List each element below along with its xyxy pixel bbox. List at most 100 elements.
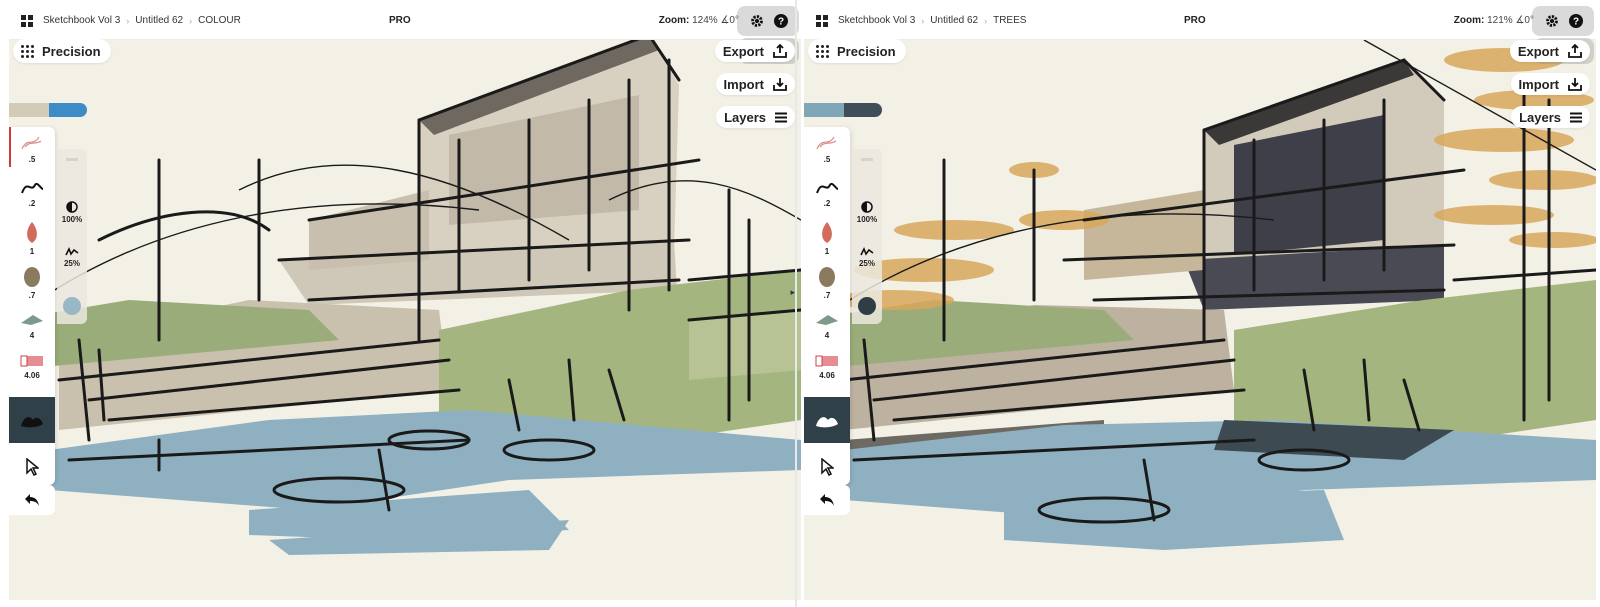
grid-icon[interactable] — [816, 15, 828, 27]
import-button[interactable]: Import — [1510, 73, 1590, 95]
tool-size: .7 — [28, 291, 36, 300]
tool-pen[interactable]: .2 — [804, 177, 850, 208]
tool-pencil[interactable]: .5 — [804, 133, 850, 164]
eraser-icon — [815, 355, 838, 367]
pro-badge: PRO — [1184, 15, 1206, 26]
export-button[interactable]: Export — [714, 40, 795, 62]
precision-button[interactable]: Precision — [13, 39, 111, 63]
svg-text:?: ? — [1573, 17, 1579, 28]
chevron-right-icon: › — [984, 15, 988, 26]
flat-brush-icon — [816, 315, 838, 325]
flow-value: 25% — [63, 259, 80, 268]
undo-button[interactable] — [9, 485, 55, 515]
precision-label: Precision — [837, 43, 896, 59]
gear-icon[interactable] — [749, 13, 765, 29]
breadcrumb-document[interactable]: Untitled 62 — [930, 15, 978, 26]
tool-size: 4 — [29, 331, 35, 340]
tool-size: .5 — [823, 155, 831, 164]
opacity-control[interactable]: 100% — [57, 201, 87, 224]
import-button[interactable]: Import — [715, 73, 795, 95]
swatch-secondary[interactable] — [844, 103, 882, 117]
top-bar: Sketchbook Vol 3 › Untitled 62 › TREES P… — [804, 0, 1596, 40]
tool-eraser[interactable]: 4.06 — [9, 353, 55, 380]
breadcrumb: Sketchbook Vol 3 › Untitled 62 › COLOUR — [43, 15, 241, 26]
opacity-value: 100% — [856, 215, 878, 224]
blob-brush-icon — [819, 267, 835, 287]
export-button[interactable]: Export — [1509, 40, 1590, 62]
pro-badge: PRO — [389, 15, 411, 26]
tool-round-brush[interactable]: 1 — [9, 221, 55, 256]
breadcrumb-layer[interactable]: COLOUR — [198, 15, 241, 26]
opacity-control[interactable]: 100% — [852, 201, 882, 224]
layers-icon — [1570, 112, 1582, 122]
active-brush-button[interactable] — [9, 397, 55, 443]
swatch-primary[interactable] — [804, 103, 844, 117]
brush-toolbar: .5 .2 1 .7 4 4.06 — [9, 127, 55, 485]
gear-icon[interactable] — [1544, 13, 1560, 29]
tool-blob-brush[interactable]: .7 — [9, 265, 55, 300]
import-icon — [1568, 78, 1582, 91]
select-tool-button[interactable] — [9, 447, 55, 487]
tool-size: .2 — [823, 199, 831, 208]
layers-button[interactable]: Layers — [716, 106, 795, 128]
zoom-label: Zoom: — [658, 15, 690, 26]
color-swatch-bar[interactable] — [804, 103, 882, 117]
opacity-icon — [66, 201, 78, 213]
tool-blob-brush[interactable]: .7 — [804, 265, 850, 300]
breadcrumb-document[interactable]: Untitled 62 — [135, 15, 183, 26]
pen-icon — [21, 182, 44, 194]
chevron-right-icon: › — [126, 15, 130, 26]
export-label: Export — [722, 43, 764, 59]
precision-button[interactable]: Precision — [808, 39, 906, 63]
blob-brush-icon — [24, 267, 40, 287]
zoom-value: 121% — [1487, 15, 1513, 26]
tool-pencil[interactable]: .5 — [9, 133, 55, 164]
breadcrumb-layer[interactable]: TREES — [993, 15, 1026, 26]
flow-icon — [860, 247, 874, 256]
flow-control[interactable]: 25% — [852, 247, 882, 268]
breadcrumb-sketchbook[interactable]: Sketchbook Vol 3 — [838, 15, 915, 26]
undo-icon — [820, 494, 834, 506]
tool-size: 1 — [824, 247, 830, 256]
select-arrow-icon — [821, 458, 834, 476]
swatch-primary[interactable] — [9, 103, 49, 117]
tool-round-brush[interactable]: 1 — [804, 221, 850, 256]
tool-flat-brush[interactable]: 4 — [804, 309, 850, 340]
swatch-secondary[interactable] — [49, 103, 87, 117]
svg-text:?: ? — [778, 17, 784, 28]
select-tool-button[interactable] — [804, 447, 850, 487]
current-color[interactable] — [63, 297, 81, 315]
help-icon[interactable]: ? — [773, 13, 789, 29]
tool-size: .5 — [28, 155, 36, 164]
dots-grid-icon — [21, 44, 34, 58]
tool-eraser[interactable]: 4.06 — [804, 353, 850, 380]
tool-size: .7 — [823, 291, 831, 300]
eraser-hint — [852, 155, 882, 167]
tool-size: 4.06 — [24, 371, 40, 380]
undo-icon — [25, 494, 39, 506]
drawing-canvas[interactable] — [804, 40, 1596, 560]
tool-size: 4 — [824, 331, 830, 340]
active-brush-button[interactable] — [804, 397, 850, 443]
tool-flat-brush[interactable]: 4 — [9, 309, 55, 340]
help-icon[interactable]: ? — [1568, 13, 1584, 29]
breadcrumb-sketchbook[interactable]: Sketchbook Vol 3 — [43, 15, 120, 26]
flow-value: 25% — [858, 259, 875, 268]
tool-size: 4.06 — [819, 371, 835, 380]
flow-control[interactable]: 25% — [57, 247, 87, 268]
zoom-value: 124% — [692, 15, 718, 26]
sketch-pane-colour: Sketchbook Vol 3 › Untitled 62 › COLOUR … — [9, 0, 801, 600]
undo-button[interactable] — [804, 485, 850, 515]
tool-pen[interactable]: .2 — [9, 177, 55, 208]
current-color[interactable] — [858, 297, 876, 315]
eraser-icon — [20, 355, 43, 367]
drawing-canvas[interactable] — [9, 40, 801, 560]
grid-icon[interactable] — [21, 15, 33, 27]
export-icon — [1568, 44, 1582, 58]
top-bar: Sketchbook Vol 3 › Untitled 62 › COLOUR … — [9, 0, 801, 40]
color-swatch-bar[interactable] — [9, 103, 87, 117]
flow-icon — [65, 247, 79, 256]
brush-settings-panel: 100% 25% — [57, 149, 87, 324]
opacity-value: 100% — [61, 215, 83, 224]
layers-button[interactable]: Layers — [1511, 106, 1590, 128]
